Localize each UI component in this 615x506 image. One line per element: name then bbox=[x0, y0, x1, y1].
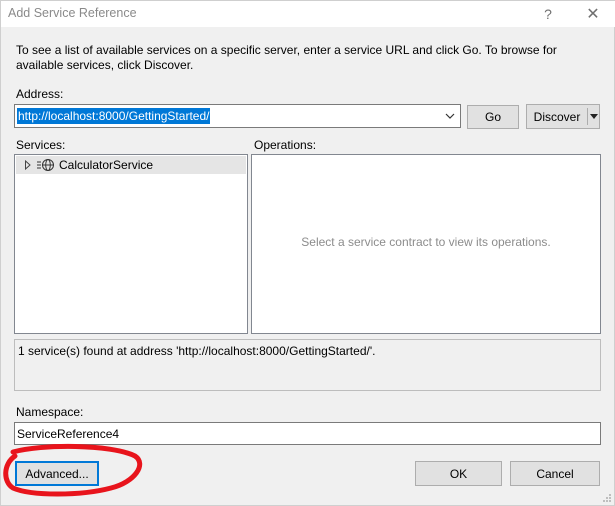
chevron-down-icon[interactable] bbox=[444, 109, 456, 123]
add-service-reference-dialog: Add Service Reference ? ✕ To see a list … bbox=[0, 0, 615, 506]
service-globe-icon bbox=[37, 158, 55, 172]
address-label: Address: bbox=[16, 87, 64, 101]
caret-down-icon bbox=[590, 114, 598, 119]
namespace-label: Namespace: bbox=[16, 405, 84, 419]
discover-button-label: Discover bbox=[533, 109, 581, 124]
close-button[interactable]: ✕ bbox=[573, 1, 613, 27]
help-button[interactable]: ? bbox=[535, 1, 561, 27]
services-label: Services: bbox=[16, 138, 66, 152]
discover-dropdown-arrow[interactable] bbox=[588, 105, 600, 128]
operations-label: Operations: bbox=[254, 138, 317, 152]
expand-arrow-icon[interactable] bbox=[24, 159, 34, 171]
operations-placeholder: Select a service contract to view its op… bbox=[301, 235, 551, 249]
address-combo[interactable]: http://localhost:8000/GettingStarted/ bbox=[14, 104, 461, 128]
address-input[interactable]: http://localhost:8000/GettingStarted/ bbox=[17, 108, 211, 124]
ok-button-label: OK bbox=[449, 466, 468, 481]
tree-item[interactable]: CalculatorService bbox=[16, 156, 246, 174]
discover-button[interactable]: Discover bbox=[527, 105, 587, 128]
advanced-button[interactable]: Advanced... bbox=[15, 461, 99, 486]
close-icon: ✕ bbox=[586, 6, 600, 23]
ok-button[interactable]: OK bbox=[415, 461, 502, 486]
cancel-button-label: Cancel bbox=[536, 466, 574, 481]
status-text: 1 service(s) found at address 'http://lo… bbox=[18, 344, 376, 358]
go-button-label: Go bbox=[484, 110, 501, 124]
discover-split-button[interactable]: Discover bbox=[526, 104, 600, 129]
cancel-button[interactable]: Cancel bbox=[510, 461, 600, 486]
title-bar[interactable]: Add Service Reference ? ✕ bbox=[1, 1, 615, 27]
intro-text: To see a list of available services on a… bbox=[16, 43, 557, 72]
resize-grip-icon[interactable] bbox=[602, 493, 612, 503]
namespace-value: ServiceReference4 bbox=[17, 427, 120, 441]
advanced-button-label: Advanced... bbox=[25, 466, 89, 481]
services-tree[interactable]: CalculatorService bbox=[14, 154, 248, 334]
go-button[interactable]: Go bbox=[467, 105, 519, 129]
operations-list[interactable]: Select a service contract to view its op… bbox=[251, 154, 601, 334]
help-icon: ? bbox=[544, 6, 552, 22]
namespace-input[interactable]: ServiceReference4 bbox=[14, 422, 601, 445]
window-title: Add Service Reference bbox=[8, 6, 137, 20]
tree-item-label: CalculatorService bbox=[59, 158, 154, 172]
status-box: 1 service(s) found at address 'http://lo… bbox=[14, 339, 601, 391]
